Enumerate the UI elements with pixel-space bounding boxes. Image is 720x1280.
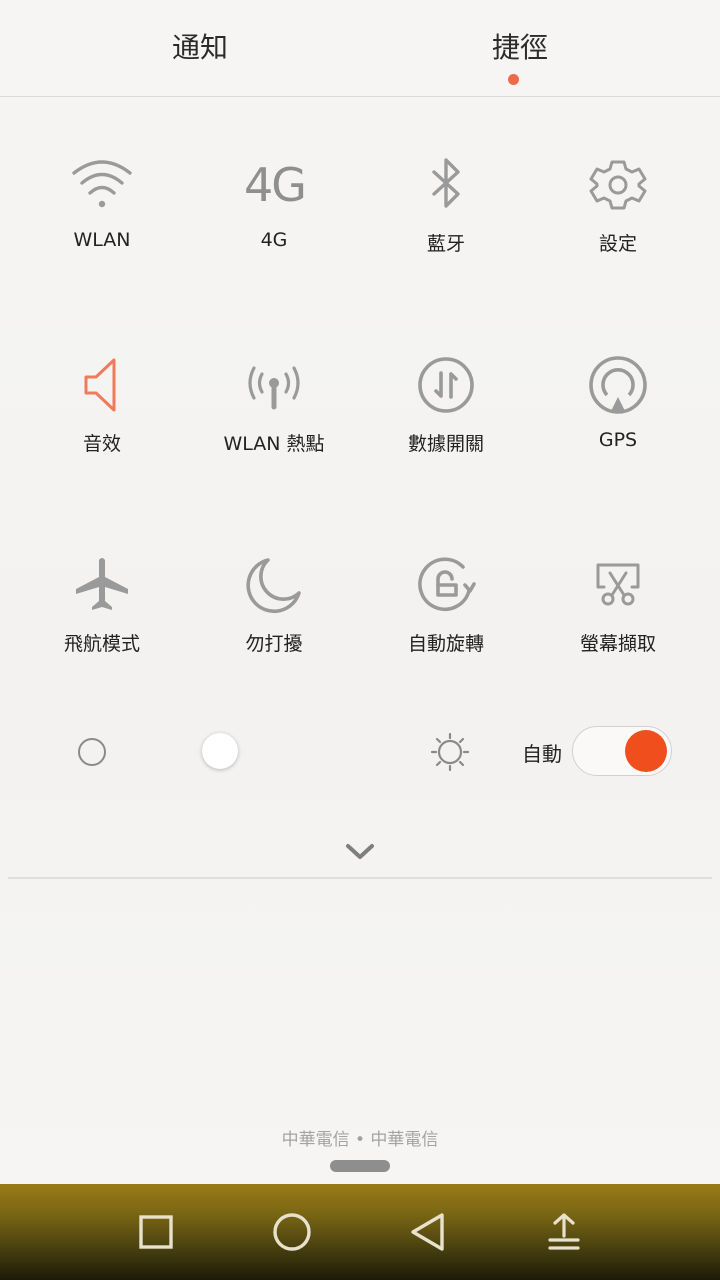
tile-label: 勿打擾 xyxy=(245,633,303,655)
speaker-icon xyxy=(72,355,132,415)
tile-screenshot[interactable]: 螢幕擷取 xyxy=(532,555,704,695)
tile-gps[interactable]: GPS xyxy=(532,355,704,495)
4g-icon: 4G xyxy=(244,155,307,215)
airplane-icon xyxy=(72,555,132,615)
tab-notifications[interactable]: 通知 xyxy=(100,26,300,66)
tile-sound[interactable]: 音效 xyxy=(16,355,188,495)
back-icon[interactable] xyxy=(406,1210,450,1254)
auto-brightness-switch[interactable] xyxy=(572,726,672,776)
tile-label: 自動旋轉 xyxy=(407,633,484,655)
rotate-lock-icon xyxy=(416,555,476,615)
tile-hotspot[interactable]: WLAN 熱點 xyxy=(188,355,360,495)
tile-label: 螢幕擷取 xyxy=(579,633,656,655)
chevron-down-icon[interactable] xyxy=(344,838,376,866)
tile-label: 藍牙 xyxy=(426,233,465,255)
tile-data[interactable]: 數據開關 xyxy=(360,355,532,495)
tile-label: 飛航模式 xyxy=(63,633,140,655)
tile-label: GPS xyxy=(598,429,638,451)
tile-dnd[interactable]: 勿打擾 xyxy=(188,555,360,695)
auto-brightness-label: 自動 xyxy=(522,742,562,766)
tile-auto-rotate[interactable]: 自動旋轉 xyxy=(360,555,532,695)
active-tab-indicator xyxy=(508,74,519,85)
tile-airplane[interactable]: 飛航模式 xyxy=(16,555,188,695)
brightness-low-icon xyxy=(78,738,106,766)
switch-knob xyxy=(625,730,667,772)
data-toggle-icon xyxy=(416,355,476,415)
tab-bar: 通知 捷徑 xyxy=(0,0,720,97)
navigation-bar xyxy=(0,1184,720,1280)
bluetooth-icon xyxy=(416,155,476,215)
4g-icon-text: 4G xyxy=(244,158,307,212)
gear-icon xyxy=(588,155,648,215)
gps-icon xyxy=(588,355,648,415)
carrier-label: 中華電信 • 中華電信 xyxy=(281,1130,439,1150)
tile-label: 音效 xyxy=(82,433,121,455)
wifi-icon xyxy=(72,155,132,215)
tile-wlan[interactable]: WLAN xyxy=(16,155,188,295)
tile-label: 設定 xyxy=(598,233,637,255)
upload-icon[interactable] xyxy=(542,1210,586,1254)
moon-icon xyxy=(244,555,304,615)
tab-shortcuts[interactable]: 捷徑 xyxy=(420,26,620,66)
divider xyxy=(8,877,712,879)
screenshot-icon xyxy=(588,555,648,615)
recent-apps-icon[interactable] xyxy=(134,1210,178,1254)
tile-label: 4G xyxy=(260,229,288,251)
home-icon[interactable] xyxy=(270,1210,314,1254)
drag-handle[interactable] xyxy=(330,1160,390,1172)
hotspot-icon xyxy=(244,355,304,415)
brightness-slider-thumb[interactable] xyxy=(202,733,238,769)
brightness-row: 自動 xyxy=(0,720,720,782)
tile-bluetooth[interactable]: 藍牙 xyxy=(360,155,532,295)
tile-label: WLAN xyxy=(73,229,131,251)
brightness-sun-icon xyxy=(430,732,470,772)
tile-label: 數據開關 xyxy=(407,433,484,455)
tile-4g[interactable]: 4G 4G xyxy=(188,155,360,295)
tile-settings[interactable]: 設定 xyxy=(532,155,704,295)
shortcut-panel: 通知 捷徑 WLAN 4G 4G 藍牙 設定 音效 WLAN 熱點 數據開關 G… xyxy=(0,0,720,1184)
tile-label: WLAN 熱點 xyxy=(223,433,325,455)
